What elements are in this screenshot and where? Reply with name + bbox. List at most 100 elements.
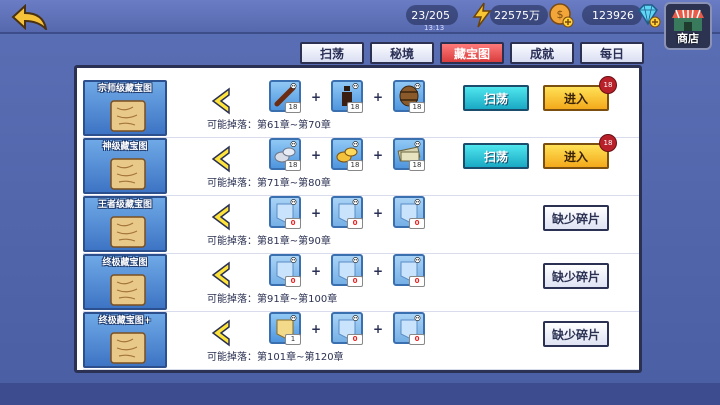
tab-daily[interactable]: 每日 — [580, 42, 644, 64]
fragment-item[interactable]: 0 — [269, 254, 301, 287]
treasure-scroll-icon — [110, 332, 146, 364]
skull-icon — [414, 315, 421, 321]
list-item: 神级藏宝图 18 + 18 + 18 可能掉落：第71章~第80章 扫荡 进入 … — [83, 134, 639, 196]
map-title: 王者级藏宝图 — [97, 200, 152, 210]
lack-fragments-button[interactable]: 缺少碎片 — [543, 263, 609, 289]
tab-treasure-map[interactable]: 藏宝图 — [440, 42, 504, 64]
cash-item[interactable]: 18 — [393, 138, 425, 171]
arrow-left-icon — [211, 319, 230, 347]
fragment-item[interactable]: 0 — [393, 196, 425, 229]
item-count: 0 — [409, 276, 425, 287]
skull-icon — [290, 199, 297, 205]
list-item: 终极藏宝图+ 1 + 0 + 0 可能掉落：第101章~第120章 缺少碎片 — [83, 310, 639, 370]
count-badge: 18 — [599, 134, 617, 152]
gold-coin-icon: $ — [549, 3, 574, 28]
item-count: 18 — [409, 102, 425, 113]
count-badge: 18 — [599, 76, 617, 94]
gold-display: 22575万 — [490, 5, 548, 25]
item-count: 18 — [347, 160, 363, 171]
stamina-display: 23/205 — [406, 5, 458, 25]
skull-icon — [352, 257, 359, 263]
bottom-strip — [0, 383, 720, 405]
skull-icon — [352, 199, 359, 205]
tab-sweep[interactable]: 扫荡 — [300, 42, 364, 64]
tab-bar: 扫荡 秘境 藏宝图 成就 每日 — [300, 42, 644, 64]
stamina-value: 23/205 — [411, 8, 450, 22]
map-card[interactable]: 宗师级藏宝图 — [83, 80, 167, 136]
drop-range-label: 可能掉落：第101章~第120章 — [207, 352, 344, 363]
plus-icon: + — [311, 206, 322, 220]
item-count: 0 — [347, 334, 363, 345]
drop-range-label: 可能掉落：第61章~第70章 — [207, 120, 331, 131]
item-count: 18 — [347, 102, 363, 113]
shop-button[interactable]: 商店 — [664, 2, 712, 50]
fragment-item[interactable]: 0 — [393, 254, 425, 287]
item-count: 18 — [285, 102, 301, 113]
skull-icon — [290, 83, 297, 89]
skull-icon — [290, 257, 297, 263]
lack-fragments-button[interactable]: 缺少碎片 — [543, 321, 609, 347]
back-arrow-icon — [11, 4, 48, 30]
gold-value: 22575万 — [494, 9, 540, 22]
treasure-scroll-icon — [110, 100, 146, 132]
item-count: 18 — [285, 160, 301, 171]
treasure-scroll-icon — [110, 274, 146, 306]
plus-icon: + — [311, 322, 322, 336]
map-title: 宗师级藏宝图 — [97, 84, 152, 94]
plus-icon: + — [311, 264, 322, 278]
fragment-item[interactable]: 1 — [269, 312, 301, 345]
arrow-left-icon — [211, 261, 230, 289]
plus-icon: + — [373, 264, 384, 278]
shop-label: 商店 — [677, 32, 699, 45]
treasure-map-panel: 宗师级藏宝图 18 + 18 + 18 可能掉落：第61章~第70章 扫荡 进入… — [74, 65, 642, 373]
plus-icon: + — [373, 90, 384, 104]
barrel-item[interactable]: 18 — [393, 80, 425, 113]
back-button[interactable] — [10, 3, 50, 31]
fragment-item[interactable]: 0 — [331, 254, 363, 287]
lack-fragments-button[interactable]: 缺少碎片 — [543, 205, 609, 231]
map-card[interactable]: 终极藏宝图 — [83, 254, 167, 310]
arrow-left-icon — [211, 203, 230, 231]
map-card[interactable]: 神级藏宝图 — [83, 138, 167, 194]
silver-item[interactable]: 18 — [269, 138, 301, 171]
diamond-value: 123926 — [592, 8, 634, 22]
map-title: 神级藏宝图 — [102, 142, 148, 152]
drop-range-label: 可能掉落：第71章~第80章 — [207, 178, 331, 189]
map-card[interactable]: 终极藏宝图+ — [83, 312, 167, 368]
item-count: 1 — [285, 334, 301, 345]
plus-icon: + — [311, 90, 322, 104]
tab-achievement[interactable]: 成就 — [510, 42, 574, 64]
plus-icon: + — [373, 206, 384, 220]
diamond-icon — [638, 4, 661, 28]
map-card[interactable]: 王者级藏宝图 — [83, 196, 167, 252]
svg-text:$: $ — [557, 8, 564, 21]
fragment-item[interactable]: 0 — [331, 196, 363, 229]
gold-add-button[interactable]: $ — [547, 1, 575, 29]
plus-icon: + — [373, 148, 384, 162]
item-count: 0 — [285, 276, 301, 287]
list-item: 王者级藏宝图 0 + 0 + 0 可能掉落：第81章~第90章 缺少碎片 — [83, 194, 639, 254]
stick-item[interactable]: 18 — [269, 80, 301, 113]
plus-icon: + — [311, 148, 322, 162]
skull-icon — [352, 141, 359, 147]
skull-icon — [290, 315, 297, 321]
tab-secret-realm[interactable]: 秘境 — [370, 42, 434, 64]
gold-coins-item[interactable]: 18 — [331, 138, 363, 171]
sweep-button[interactable]: 扫荡 — [463, 143, 529, 169]
item-count: 0 — [347, 276, 363, 287]
drop-range-label: 可能掉落：第81章~第90章 — [207, 236, 331, 247]
fragment-item[interactable]: 0 — [331, 312, 363, 345]
skull-icon — [352, 83, 359, 89]
skull-icon — [290, 141, 297, 147]
skull-icon — [414, 141, 421, 147]
diamond-add-button[interactable] — [634, 1, 662, 29]
fragment-item[interactable]: 0 — [269, 196, 301, 229]
arrow-left-icon — [211, 145, 230, 173]
fragment-item[interactable]: 0 — [393, 312, 425, 345]
item-count: 0 — [409, 218, 425, 229]
sweep-button[interactable]: 扫荡 — [463, 85, 529, 111]
map-title: 终极藏宝图 — [102, 258, 148, 268]
bottle-item[interactable]: 18 — [331, 80, 363, 113]
treasure-scroll-icon — [110, 216, 146, 248]
skull-icon — [414, 199, 421, 205]
